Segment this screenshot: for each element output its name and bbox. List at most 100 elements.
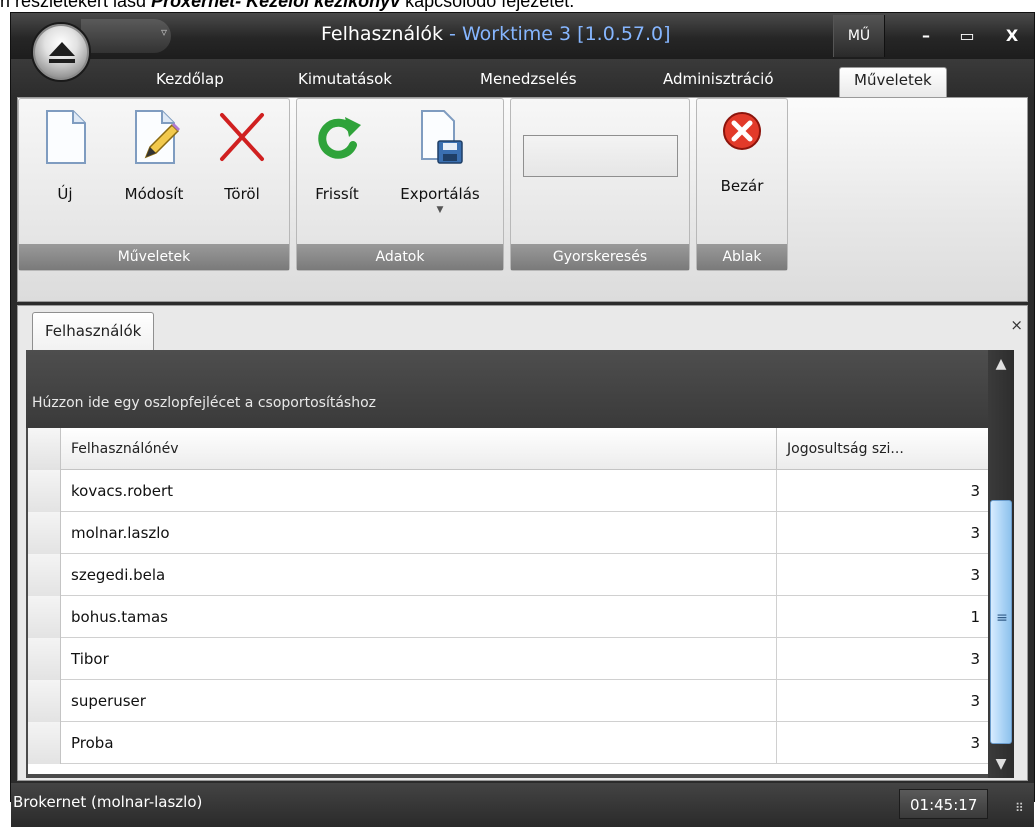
- edit-button[interactable]: Módosít: [115, 107, 193, 203]
- group-by-panel[interactable]: Húzzon ide egy oszlopfejlécet a csoporto…: [26, 350, 1000, 428]
- screen: ri részletekért lásd Proxernet- Kezelői …: [0, 0, 1035, 829]
- status-clock: 01:45:17: [899, 789, 989, 819]
- resize-grip-icon[interactable]: ⠿: [1015, 801, 1024, 815]
- quick-access-band: [81, 19, 171, 53]
- export-label: Exportálás: [400, 185, 480, 203]
- cell-permission-level: 3: [970, 482, 980, 500]
- status-bar: Brokernet (molnar-laszlo) 01:45:17 ⠿: [11, 783, 1034, 827]
- title-bar: ▿ Felhasználók - Worktime 3 [1.0.57.0] M…: [11, 13, 1034, 59]
- row-indicator[interactable]: [28, 680, 61, 722]
- table-row[interactable]: Proba 3: [28, 722, 988, 764]
- document-tab-felhasznalok[interactable]: Felhasználók: [32, 312, 155, 350]
- cell-username: Proba: [62, 722, 777, 764]
- cell-username: superuser: [62, 680, 777, 722]
- title-extra-button[interactable]: MŰ: [833, 15, 885, 57]
- table-row[interactable]: Tibor 3: [28, 638, 988, 680]
- delete-x-icon: [220, 113, 264, 161]
- group-adatok: Frissít Exportálás ▼ Adatok: [296, 98, 504, 271]
- row-indicator[interactable]: [28, 554, 61, 596]
- scroll-up-icon[interactable]: ▲: [988, 350, 1014, 378]
- app-name: Worktime 3: [461, 23, 572, 45]
- refresh-icon: [318, 117, 361, 159]
- group-label-ablak: Ablak: [697, 244, 787, 270]
- delete-button[interactable]: Töröl: [211, 107, 273, 203]
- table-row[interactable]: bohus.tamas 1: [28, 596, 988, 638]
- cell-username: bohus.tamas: [62, 596, 777, 638]
- group-muveletek: Új Módosít Töröl Műveletek: [18, 98, 290, 271]
- quick-search-input[interactable]: [523, 135, 678, 177]
- document-text-before: ri részletekért lásd: [0, 0, 152, 11]
- minimize-button[interactable]: –: [905, 15, 947, 57]
- cell-permission-level: 3: [970, 524, 980, 542]
- new-label: Új: [57, 185, 73, 203]
- export-button[interactable]: Exportálás ▼: [387, 107, 493, 215]
- maximize-button[interactable]: ▭: [946, 15, 988, 57]
- refresh-button[interactable]: Frissít: [305, 107, 369, 203]
- ribbon-panel: Új Módosít Töröl Műveletek Frissít Expor…: [17, 97, 1028, 302]
- document-text-line: ri részletekért lásd Proxernet- Kezelői …: [0, 0, 574, 12]
- app-version: [1.0.57.0]: [571, 23, 671, 45]
- scroll-thumb[interactable]: ≡: [990, 500, 1012, 744]
- table-row[interactable]: szegedi.bela 3: [28, 554, 988, 596]
- cell-permission-level: 3: [970, 650, 980, 668]
- grid-header-row: Felhasználónév Jogosultság szi...: [28, 428, 988, 470]
- group-by-hint: Húzzon ide egy oszlopfejlécet a csoporto…: [32, 395, 376, 411]
- group-gyorskereses: Gyorskeresés: [510, 98, 690, 271]
- column-header-username[interactable]: Felhasználónév: [62, 428, 777, 470]
- document-text-after: kapcsolódó fejezetét.: [400, 0, 575, 11]
- export-save-icon: [421, 110, 463, 164]
- tab-adminisztracio[interactable]: Adminisztráció: [663, 67, 774, 97]
- cell-username: szegedi.bela: [62, 554, 777, 596]
- tab-kimutatasok[interactable]: Kimutatások: [298, 67, 392, 97]
- tab-menedzseles[interactable]: Menedzselés: [480, 67, 577, 97]
- eject-icon: [49, 42, 75, 63]
- grid-table: Felhasználónév Jogosultság szi... kovacs…: [28, 428, 988, 774]
- window-title-text: Felhasználók: [321, 23, 444, 45]
- group-label-muveletek: Műveletek: [19, 244, 289, 270]
- row-indicator[interactable]: [28, 722, 61, 764]
- edit-document-icon: [135, 110, 180, 164]
- document-text-strip: ri részletekért lásd Proxernet- Kezelői …: [0, 0, 1035, 12]
- ribbon-tab-bar: Kezdőlap Kimutatások Menedzselés Adminis…: [11, 59, 1034, 97]
- window-title: Felhasználók - Worktime 3 [1.0.57.0]: [321, 23, 671, 45]
- users-grid: Húzzon ide egy oszlopfejlécet a csoporto…: [26, 350, 1014, 778]
- cell-permission-level: 3: [970, 734, 980, 752]
- document-area: Felhasználók × Húzzon ide egy oszlopfejl…: [17, 305, 1028, 781]
- close-circle-icon: [723, 112, 761, 150]
- group-label-adatok: Adatok: [297, 244, 503, 270]
- status-connection: Brokernet (molnar-laszlo): [13, 793, 203, 811]
- cell-permission-level: 3: [970, 692, 980, 710]
- cell-username: molnar.laszlo: [62, 512, 777, 554]
- table-row[interactable]: kovacs.robert 3: [28, 470, 988, 512]
- group-label-gyorskereses: Gyorskeresés: [511, 244, 689, 270]
- row-indicator[interactable]: [28, 512, 61, 554]
- close-view-label: Bezár: [720, 177, 764, 195]
- row-indicator[interactable]: [28, 470, 61, 512]
- new-document-icon: [46, 110, 86, 164]
- header-indicator-cell: [28, 428, 61, 470]
- tab-muveletek[interactable]: Műveletek: [839, 67, 947, 97]
- row-indicator[interactable]: [28, 638, 61, 680]
- cell-username: kovacs.robert: [62, 470, 777, 512]
- document-text-bold: Proxernet- Kezelői kézikönyv: [151, 0, 401, 11]
- table-row[interactable]: molnar.laszlo 3: [28, 512, 988, 554]
- quick-access-dropdown-icon[interactable]: ▿: [161, 25, 167, 39]
- export-dropdown-icon[interactable]: ▼: [387, 205, 493, 215]
- vertical-scrollbar[interactable]: ▲ ≡ ▼: [988, 350, 1014, 778]
- new-button[interactable]: Új: [35, 107, 95, 203]
- application-menu-button[interactable]: [31, 22, 91, 82]
- close-window-button[interactable]: X: [991, 15, 1033, 57]
- scroll-down-icon[interactable]: ▼: [988, 750, 1014, 778]
- close-view-button[interactable]: Bezár: [705, 107, 779, 195]
- group-ablak: Bezár Ablak: [696, 98, 788, 271]
- app-window: ▿ Felhasználók - Worktime 3 [1.0.57.0] M…: [10, 12, 1035, 827]
- table-row[interactable]: superuser 3: [28, 680, 988, 722]
- cell-permission-level: 1: [970, 608, 980, 626]
- window-title-separator: -: [443, 23, 462, 45]
- column-header-permission-level[interactable]: Jogosultság szi...: [778, 428, 988, 470]
- tab-kezdolap[interactable]: Kezdőlap: [156, 67, 224, 97]
- row-indicator[interactable]: [28, 596, 61, 638]
- refresh-label: Frissít: [315, 185, 359, 203]
- document-tab-close-icon[interactable]: ×: [1010, 316, 1023, 334]
- scroll-grip-icon: ≡: [996, 610, 1008, 626]
